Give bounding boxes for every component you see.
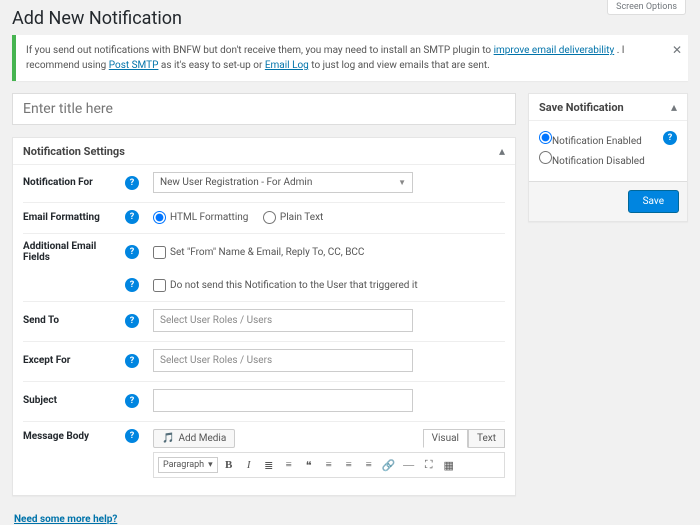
dismiss-icon[interactable]: ✕ <box>672 41 682 59</box>
notice-link-deliverability[interactable]: improve email deliverability <box>494 45 615 56</box>
align-left-icon[interactable]: ≡ <box>320 456 338 474</box>
notification-for-value: New User Registration - For Admin <box>160 177 312 188</box>
radio-enabled[interactable]: Notification Enabled <box>539 131 677 147</box>
notice-text-3: as it's easy to set-up or <box>161 60 265 71</box>
tab-visual[interactable]: Visual <box>423 429 468 448</box>
label-message-body: Message Body <box>23 431 89 442</box>
notice-link-postsmtp[interactable]: Post SMTP <box>109 60 159 71</box>
quote-icon[interactable]: ❝ <box>300 456 318 474</box>
tab-text[interactable]: Text <box>468 429 505 448</box>
radio-plain-text[interactable]: Plain Text <box>263 212 323 223</box>
help-icon[interactable]: ? <box>125 354 139 368</box>
help-icon[interactable]: ? <box>125 245 139 259</box>
label-notification-for: Notification For <box>23 177 93 188</box>
label-except-for: Except For <box>23 355 70 366</box>
align-center-icon[interactable]: ≡ <box>340 456 358 474</box>
align-right-icon[interactable]: ≡ <box>360 456 378 474</box>
label-email-formatting: Email Formatting <box>23 212 100 223</box>
toolbar-toggle-icon[interactable]: ▦ <box>440 456 458 474</box>
help-icon[interactable]: ? <box>125 429 139 443</box>
link-icon[interactable]: 🔗 <box>380 456 398 474</box>
help-icon[interactable]: ? <box>663 131 677 145</box>
help-icon[interactable]: ? <box>125 278 139 292</box>
more-icon[interactable]: — <box>400 456 418 474</box>
help-icon[interactable]: ? <box>125 394 139 408</box>
page-title: Add New Notification <box>12 8 688 29</box>
notification-settings-box: Notification Settings ▴ Notification For… <box>12 137 516 496</box>
subject-input[interactable] <box>153 389 413 412</box>
savebox-heading: Save Notification <box>539 101 624 114</box>
bold-icon[interactable]: B <box>220 456 238 474</box>
chevron-up-icon[interactable]: ▴ <box>671 100 677 114</box>
screen-options-tab[interactable]: Screen Options <box>607 0 686 15</box>
save-button[interactable]: Save <box>628 190 679 213</box>
format-select[interactable]: Paragraph▾ <box>158 457 218 473</box>
italic-icon[interactable]: I <box>240 456 258 474</box>
radio-html-formatting[interactable]: HTML Formatting <box>153 212 248 223</box>
notification-for-select[interactable]: New User Registration - For Admin ▼ <box>153 172 413 193</box>
label-additional-fields: Additional Email Fields <box>23 241 125 263</box>
help-icon[interactable]: ? <box>125 176 139 190</box>
bullet-list-icon[interactable]: ≣ <box>260 456 278 474</box>
label-send-to: Send To <box>23 315 59 326</box>
title-input[interactable] <box>12 93 516 125</box>
chevron-down-icon: ▾ <box>208 460 213 470</box>
help-icon[interactable]: ? <box>125 314 139 328</box>
notice-text-4: to just log and view emails that are sen… <box>311 60 489 71</box>
settings-heading: Notification Settings <box>23 145 125 158</box>
chevron-up-icon[interactable]: ▴ <box>499 144 505 158</box>
add-media-button[interactable]: 🎵 Add Media <box>153 429 235 448</box>
help-icon[interactable]: ? <box>125 210 139 224</box>
except-for-select[interactable]: Select User Roles / Users <box>153 349 413 372</box>
savebox-header[interactable]: Save Notification ▴ <box>529 94 687 121</box>
fullscreen-icon[interactable]: ⛶ <box>420 456 438 474</box>
notice-link-emaillog[interactable]: Email Log <box>265 60 309 71</box>
notice-text-1: If you send out notifications with BNFW … <box>26 45 494 56</box>
checkbox-suppress-trigger-user[interactable]: Do not send this Notification to the Use… <box>153 280 418 291</box>
send-to-select[interactable]: Select User Roles / Users <box>153 309 413 332</box>
more-help-link[interactable]: Need some more help? <box>12 506 117 525</box>
radio-disabled[interactable]: Notification Disabled <box>539 151 677 167</box>
label-subject: Subject <box>23 395 57 406</box>
save-notification-box: Save Notification ▴ ? Notification Enabl… <box>528 93 688 222</box>
checkbox-from-fields[interactable]: Set "From" Name & Email, Reply To, CC, B… <box>153 247 364 258</box>
editor-toolbar: Paragraph▾ B I ≣ ≡ ❝ ≡ ≡ ≡ 🔗 — <box>153 452 505 478</box>
settings-header[interactable]: Notification Settings ▴ <box>13 138 515 165</box>
number-list-icon[interactable]: ≡ <box>280 456 298 474</box>
admin-notice: If you send out notifications with BNFW … <box>12 35 688 81</box>
chevron-down-icon: ▼ <box>398 178 406 187</box>
media-icon: 🎵 <box>162 433 174 444</box>
